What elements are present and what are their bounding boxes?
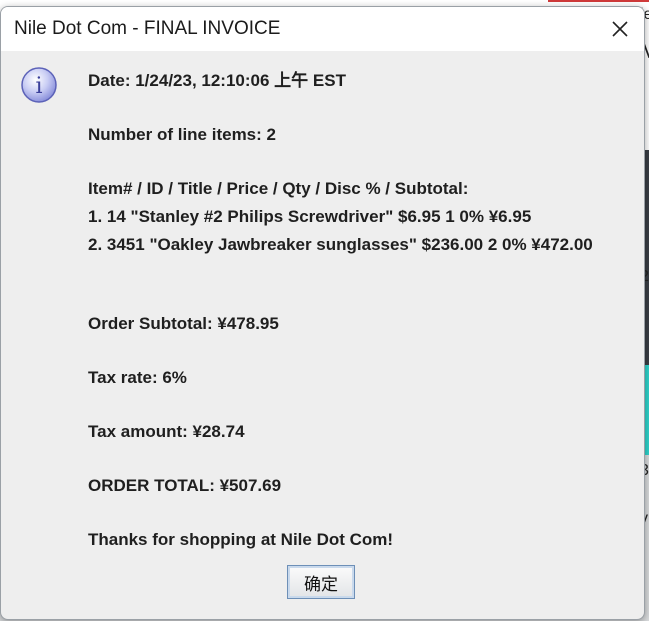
info-icon: i <box>21 67 57 103</box>
ok-button[interactable]: 确定 <box>287 565 355 599</box>
background-accent-line <box>548 0 649 2</box>
line-item: 1. 14 "Stanley #2 Philips Screwdriver" $… <box>88 207 532 226</box>
tax-rate: Tax rate: 6% <box>88 368 187 387</box>
tax-amount: Tax amount: ¥28.74 <box>88 422 245 441</box>
thanks-message: Thanks for shopping at Nile Dot Com! <box>88 530 394 549</box>
svg-text:i: i <box>35 74 42 99</box>
invoice-dialog: Nile Dot Com - FINAL INVOICE i Date: 1/2… <box>0 6 645 620</box>
close-icon <box>612 21 628 37</box>
invoice-date: Date: 1/24/23, 12:10:06 上午 EST <box>88 71 346 90</box>
line-item: 2. 3451 "Oakley Jawbreaker sunglasses" $… <box>88 235 593 254</box>
invoice-message: Date: 1/24/23, 12:10:06 上午 EST Number of… <box>88 69 638 551</box>
line-item-count: Number of line items: 2 <box>88 125 276 144</box>
order-subtotal: Order Subtotal: ¥478.95 <box>88 314 279 333</box>
close-button[interactable] <box>596 7 644 51</box>
dialog-titlebar[interactable]: Nile Dot Com - FINAL INVOICE <box>1 7 644 51</box>
order-total: ORDER TOTAL: ¥507.69 <box>88 476 282 495</box>
dialog-title: Nile Dot Com - FINAL INVOICE <box>14 18 281 39</box>
items-header: Item# / ID / Title / Price / Qty / Disc … <box>88 179 469 198</box>
